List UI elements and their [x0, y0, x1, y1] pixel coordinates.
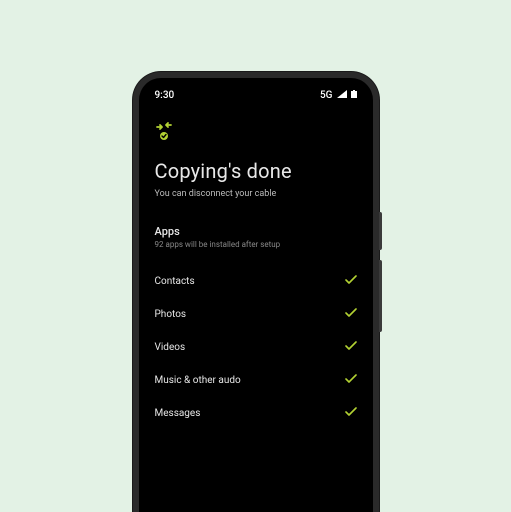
checkmark-icon	[345, 407, 357, 420]
list-item: Music & other audo	[155, 364, 357, 397]
network-label: 5G	[320, 90, 333, 101]
checkmark-icon	[345, 374, 357, 387]
list-item: Contacts	[155, 265, 357, 298]
list-item: Messages	[155, 397, 357, 430]
list-item-label: Contacts	[155, 276, 195, 287]
phone-frame: 9:30 5G Copying's done You can disconnec…	[133, 72, 379, 512]
page-title: Copying's done	[155, 159, 357, 183]
checkmark-icon	[345, 308, 357, 321]
apps-section: Apps 92 apps will be installed after set…	[155, 225, 357, 249]
list-item: Videos	[155, 331, 357, 364]
status-time: 9:30	[155, 90, 175, 101]
list-item-label: Messages	[155, 408, 201, 419]
list-item-label: Photos	[155, 309, 187, 320]
status-right: 5G	[320, 90, 357, 101]
apps-section-subtitle: 92 apps will be installed after setup	[155, 240, 357, 249]
page-subtitle: You can disconnect your cable	[155, 189, 357, 199]
battery-icon	[351, 90, 357, 101]
checkmark-icon	[345, 341, 357, 354]
list-item-label: Music & other audo	[155, 375, 241, 386]
status-bar: 9:30 5G	[155, 90, 357, 101]
list-item-label: Videos	[155, 342, 186, 353]
list-item: Photos	[155, 298, 357, 331]
transfer-complete-icon	[155, 121, 179, 147]
signal-icon	[337, 90, 347, 101]
apps-section-title: Apps	[155, 225, 357, 238]
side-button-power	[379, 260, 382, 332]
checkmark-icon	[345, 275, 357, 288]
phone-screen: 9:30 5G Copying's done You can disconnec…	[139, 78, 373, 512]
side-button-volume	[379, 212, 382, 250]
